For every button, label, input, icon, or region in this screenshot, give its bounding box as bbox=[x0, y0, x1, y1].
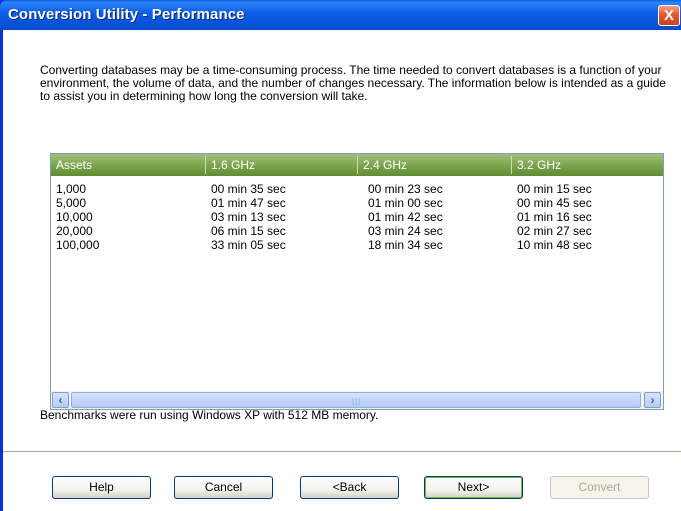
cancel-button[interactable]: Cancel bbox=[174, 476, 273, 499]
cell-3-2ghz: 00 min 15 sec bbox=[517, 182, 592, 196]
cell-3-2ghz: 02 min 27 sec bbox=[517, 224, 592, 238]
cell-assets: 10,000 bbox=[56, 210, 93, 224]
cell-2-4ghz: 01 min 00 sec bbox=[368, 196, 443, 210]
next-button[interactable]: Next> bbox=[424, 476, 523, 499]
benchmark-note: Benchmarks were run using Windows XP wit… bbox=[40, 408, 379, 422]
cell-assets: 5,000 bbox=[56, 196, 87, 210]
column-header-3-2ghz[interactable]: 3.2 GHz bbox=[517, 158, 561, 172]
cell-1-6ghz: 03 min 13 sec bbox=[211, 210, 286, 224]
column-header-1-6ghz[interactable]: 1.6 GHz bbox=[211, 158, 255, 172]
horizontal-scrollbar[interactable]: ‹ ||| › bbox=[51, 391, 663, 409]
cell-2-4ghz: 00 min 23 sec bbox=[368, 182, 443, 196]
intro-text: Converting databases may be a time-consu… bbox=[40, 63, 666, 103]
cell-3-2ghz: 01 min 16 sec bbox=[517, 210, 592, 224]
table-row[interactable]: 1,000 00 min 35 sec 00 min 23 sec 00 min… bbox=[51, 183, 663, 196]
back-button[interactable]: <Back bbox=[300, 476, 399, 499]
close-icon: X bbox=[663, 7, 674, 24]
column-divider[interactable] bbox=[357, 156, 358, 174]
conversion-utility-window: Conversion Utility - Performance X Conve… bbox=[0, 0, 681, 511]
scroll-left-button[interactable]: ‹ bbox=[52, 392, 69, 408]
cell-1-6ghz: 00 min 35 sec bbox=[211, 182, 286, 196]
scrollbar-thumb[interactable]: ||| bbox=[71, 392, 641, 408]
column-divider[interactable] bbox=[511, 156, 512, 174]
cell-1-6ghz: 06 min 15 sec bbox=[211, 224, 286, 238]
dialog-body: Converting databases may be a time-consu… bbox=[3, 30, 681, 451]
table-row[interactable]: 20,000 06 min 15 sec 03 min 24 sec 02 mi… bbox=[51, 225, 663, 238]
performance-table[interactable]: Assets 1.6 GHz 2.4 GHz 3.2 GHz 1,000 00 … bbox=[50, 153, 664, 410]
table-row[interactable]: 10,000 03 min 13 sec 01 min 42 sec 01 mi… bbox=[51, 211, 663, 224]
column-divider[interactable] bbox=[205, 156, 206, 174]
cell-2-4ghz: 03 min 24 sec bbox=[368, 224, 443, 238]
column-header-2-4ghz[interactable]: 2.4 GHz bbox=[363, 158, 407, 172]
help-button[interactable]: Help bbox=[52, 476, 151, 499]
cell-1-6ghz: 33 min 05 sec bbox=[211, 238, 286, 252]
cell-3-2ghz: 00 min 45 sec bbox=[517, 196, 592, 210]
cell-3-2ghz: 10 min 48 sec bbox=[517, 238, 592, 252]
cell-assets: 20,000 bbox=[56, 224, 93, 238]
scroll-right-button[interactable]: › bbox=[644, 392, 661, 408]
cell-1-6ghz: 01 min 47 sec bbox=[211, 196, 286, 210]
button-bar: Help Cancel <Back Next> Convert bbox=[3, 453, 681, 511]
arrow-right-icon: › bbox=[650, 393, 655, 407]
close-button[interactable]: X bbox=[658, 5, 680, 26]
column-header-assets[interactable]: Assets bbox=[56, 158, 92, 172]
title-bar[interactable]: Conversion Utility - Performance X bbox=[0, 0, 681, 30]
cell-assets: 100,000 bbox=[56, 238, 100, 252]
cell-assets: 1,000 bbox=[56, 182, 87, 196]
arrow-left-icon: ‹ bbox=[58, 393, 63, 407]
cell-2-4ghz: 01 min 42 sec bbox=[368, 210, 443, 224]
table-row[interactable]: 100,000 33 min 05 sec 18 min 34 sec 10 m… bbox=[51, 239, 663, 252]
cell-2-4ghz: 18 min 34 sec bbox=[368, 238, 443, 252]
table-row[interactable]: 5,000 01 min 47 sec 01 min 00 sec 00 min… bbox=[51, 197, 663, 210]
convert-button[interactable]: Convert bbox=[550, 476, 649, 499]
window-title: Conversion Utility - Performance bbox=[8, 6, 245, 23]
table-header: Assets 1.6 GHz 2.4 GHz 3.2 GHz bbox=[51, 154, 663, 176]
grip-icon: ||| bbox=[352, 397, 362, 406]
dialog-client-area: Converting databases may be a time-consu… bbox=[3, 30, 681, 511]
